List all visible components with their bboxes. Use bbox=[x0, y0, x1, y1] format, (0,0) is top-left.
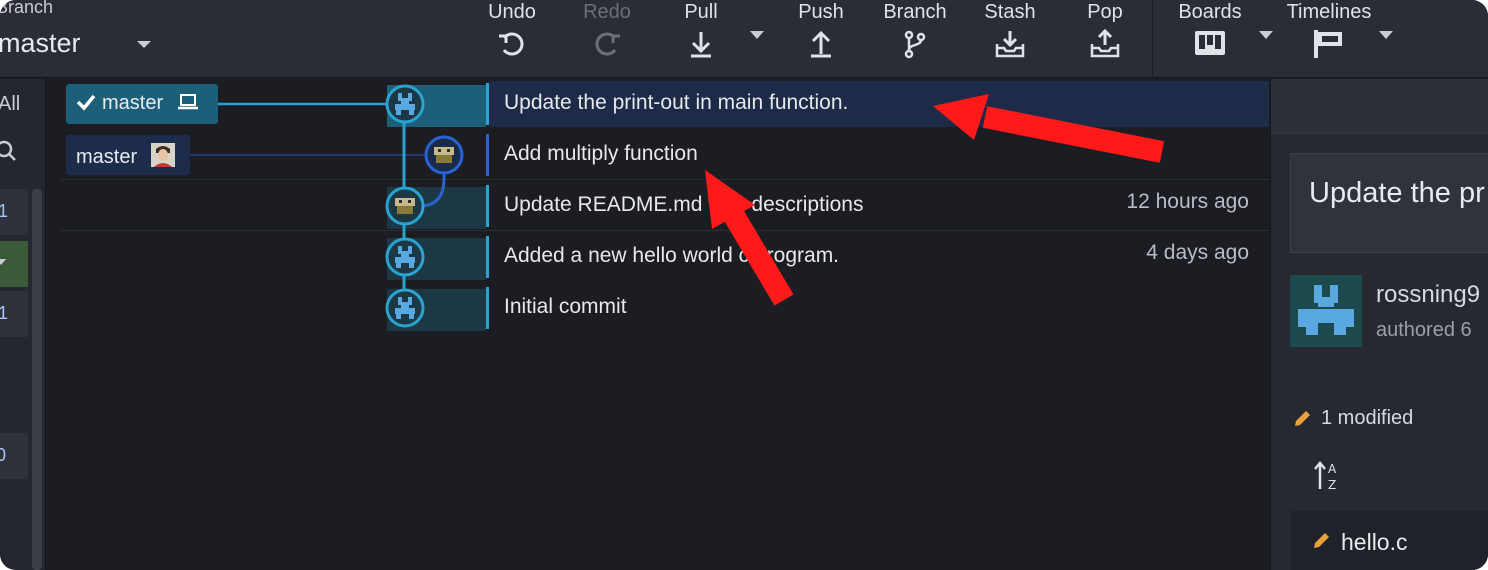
app-window: Branch master Undo Redo Pull Push Branch… bbox=[0, 0, 1488, 570]
annotation-arrow bbox=[705, 170, 794, 306]
annotation-arrows bbox=[705, 94, 1165, 306]
annotation-arrow bbox=[933, 94, 1165, 163]
